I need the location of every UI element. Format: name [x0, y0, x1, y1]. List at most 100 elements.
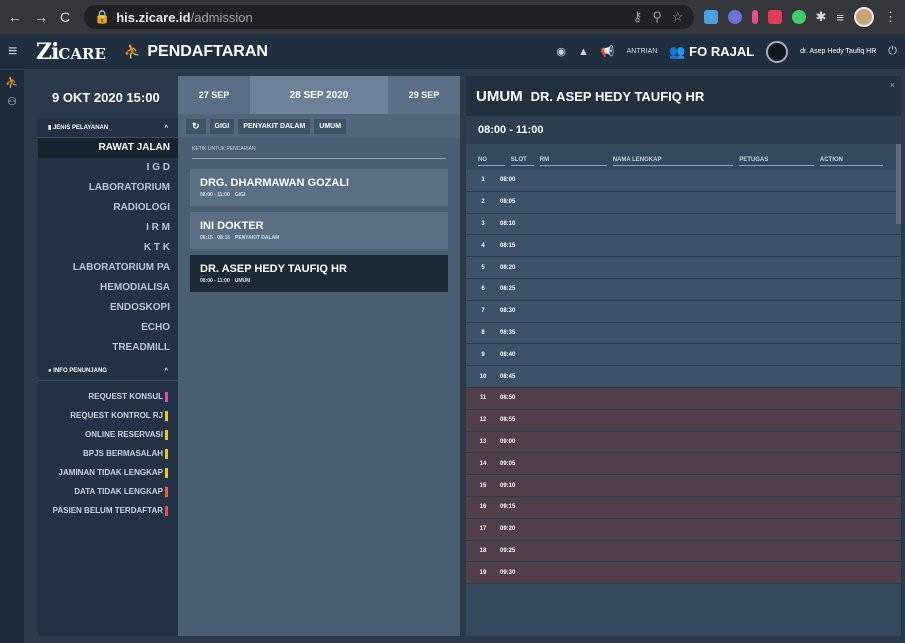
doctor-card[interactable]: INI DOKTER 06:15 - 08:15 PENYAKIT DALAM [190, 212, 448, 249]
table-row[interactable]: 11 08:50 [466, 387, 901, 410]
table-row[interactable]: 14 09:05 [466, 453, 901, 476]
address-bar[interactable]: 🔒 his.zicare.id /admission ⚷ ⚲ ☆ [84, 5, 694, 29]
doctor-card[interactable]: DRG. DHARMAWAN GOZALI 08:00 - 11:00 GIGI [190, 169, 448, 206]
info-label: JAMINAN TIDAK LENGKAP [58, 468, 163, 477]
doctor-card-selected[interactable]: DR. ASEP HEDY TAUFIQ HR 08:00 - 11:00 UMU… [190, 255, 448, 292]
table-row[interactable]: 2 08:05 [466, 191, 901, 214]
power-icon[interactable]: ⏻ [888, 45, 897, 58]
table-row[interactable]: 18 09:25 [466, 540, 901, 563]
antrian-button[interactable]: ANTRIAN [627, 48, 658, 55]
menu-radiologi[interactable]: RADIOLOGI [38, 198, 178, 218]
table-row[interactable]: 1 08:00 [466, 170, 901, 192]
forward-icon[interactable]: → [34, 9, 48, 25]
puzzle-icon[interactable]: ✱ [816, 9, 827, 25]
table-row[interactable]: 10 08:45 [466, 366, 901, 388]
menu-icon[interactable]: ≡ [8, 43, 30, 61]
close-icon[interactable]: × [890, 80, 895, 90]
row-number: 5 [481, 264, 485, 271]
table-row[interactable]: 4 08:15 [466, 235, 901, 258]
slot-time: 09:10 [500, 482, 516, 489]
refresh-icon[interactable]: ↻ [186, 118, 206, 134]
slot-time: 08:15 [500, 242, 516, 249]
status-marker [165, 486, 168, 497]
doctor-name: INI DOKTER [200, 220, 264, 232]
tab-prev-date[interactable]: 27 SEP [178, 76, 250, 114]
menu-igd[interactable]: I G D [38, 158, 178, 178]
extension-icon[interactable] [767, 10, 782, 24]
extension-icon[interactable] [791, 10, 806, 24]
info-label: PASIEN BELUM TERDAFTAR [52, 506, 163, 515]
info-request-kontrol-rj[interactable]: REQUEST KONTROL RJ [38, 406, 178, 425]
info-bpjs-bermasalah[interactable]: BPJS BERMASALAH [38, 444, 178, 463]
info-penunjang-header[interactable]: ● INFO PENUNJANG ^ [38, 362, 178, 381]
table-row[interactable]: 6 08:25 [466, 278, 901, 301]
menu-endoskopi[interactable]: ENDOSKOPI [38, 298, 178, 318]
bell-icon[interactable]: ▲ [578, 46, 589, 58]
table-row[interactable]: 17 09:20 [466, 518, 901, 541]
info-online-reservasi[interactable]: ONLINE RESERVASI [38, 425, 178, 444]
info-penunjang-label: INFO PENUNJANG [53, 368, 107, 374]
more-menu-icon[interactable]: ⋮ [884, 9, 897, 25]
extension-icon[interactable] [727, 10, 742, 24]
menu-ktk[interactable]: K T K [38, 238, 178, 258]
table-row[interactable]: 19 09:30 [466, 562, 901, 585]
info-jaminan-tidak-lengkap[interactable]: JAMINAN TIDAK LENGKAP [38, 463, 178, 482]
chevron-up-icon[interactable]: ^ [164, 368, 168, 374]
table-row[interactable]: 5 08:20 [466, 257, 901, 279]
bookmark-star-icon[interactable]: ☆ [672, 9, 684, 25]
profile-avatar[interactable] [854, 7, 874, 27]
media-icon[interactable]: ≡ [836, 10, 844, 25]
slot-time: 09:15 [500, 504, 516, 511]
key-icon[interactable]: ⚷ [633, 9, 643, 25]
user-avatar[interactable] [766, 40, 789, 63]
zoom-icon[interactable]: ⚲ [652, 9, 662, 25]
settings-icon[interactable]: ◉ [556, 45, 566, 58]
filter-umum[interactable]: UMUM [314, 118, 347, 134]
fo-rajal-button[interactable]: 👥 FO RAJAL [669, 44, 754, 60]
search-input[interactable]: KETIK UNTUK PENCARIAN [192, 146, 446, 159]
menu-laboratorium[interactable]: LABORATORIUM [38, 178, 178, 198]
table-row[interactable]: 8 08:35 [466, 322, 901, 345]
doctor-specialty: UMUM [234, 278, 251, 284]
menu-laboratorium-pa[interactable]: LABORATORIUM PA [38, 258, 178, 278]
menu-rawat-jalan[interactable]: RAWAT JALAN [38, 138, 178, 158]
left-rail: ⛹ ⚇ [0, 70, 24, 643]
user-name[interactable]: dr. Asep Hedy Taufiq HR [800, 48, 876, 55]
tab-next-date[interactable]: 29 SEP [388, 76, 460, 114]
row-number: 2 [481, 199, 485, 206]
info-label: DATA TIDAK LENGKAP [74, 487, 163, 496]
row-number: 4 [481, 242, 485, 249]
extension-icon[interactable] [703, 10, 718, 24]
table-row[interactable]: 9 08:40 [466, 344, 901, 367]
filter-penyakit-dalam[interactable]: PENYAKIT DALAM [238, 118, 311, 134]
table-row[interactable]: 7 08:30 [466, 300, 901, 323]
table-row[interactable]: 3 08:10 [466, 213, 901, 236]
schedule-panel: × UMUM DR. ASEP HEDY TAUFIQ HR 08:00 - 1… [466, 76, 901, 636]
reload-icon[interactable]: C [60, 9, 70, 25]
menu-hemodialisa[interactable]: HEMODIALISA [38, 278, 178, 298]
info-data-tidak-lengkap[interactable]: DATA TIDAK LENGKAP [38, 482, 178, 501]
menu-echo[interactable]: ECHO [38, 318, 178, 338]
table-header: NO SLOT RM NAMA LENGKAP PETUGAS ACTION [466, 144, 901, 170]
table-row[interactable]: 15 09:10 [466, 475, 901, 497]
tab-current-date[interactable]: 28 SEP 2020 [250, 76, 388, 114]
table-row[interactable]: 13 09:00 [466, 431, 901, 454]
extension-icon[interactable] [751, 10, 758, 24]
doctor-specialty: PENYAKIT DALAM [235, 235, 280, 241]
info-pasien-belum-terdaftar[interactable]: PASIEN BELUM TERDAFTAR [38, 501, 178, 520]
table-row[interactable]: 16 09:15 [466, 496, 901, 519]
table-row[interactable]: 12 08:55 [466, 409, 901, 432]
chevron-up-icon[interactable]: ^ [164, 125, 168, 131]
row-number: 7 [481, 308, 485, 315]
menu-irm[interactable]: I R M [38, 218, 178, 238]
megaphone-icon[interactable]: 📢 [601, 45, 615, 58]
scrollbar[interactable] [896, 144, 901, 224]
jenis-pelayanan-header[interactable]: ▮ JENIS PELAYANAN ^ [38, 118, 178, 138]
menu-treadmill[interactable]: TREADMILL [38, 338, 178, 358]
zicare-logo[interactable]: ZiCARE [36, 39, 106, 65]
filter-gigi[interactable]: GIGI [209, 118, 235, 134]
registration-rail-icon[interactable]: ⛹ [0, 70, 24, 89]
back-icon[interactable]: ← [8, 9, 22, 25]
info-request-konsul[interactable]: REQUEST KONSUL [38, 387, 178, 406]
hierarchy-icon[interactable]: ⚇ [0, 89, 24, 108]
